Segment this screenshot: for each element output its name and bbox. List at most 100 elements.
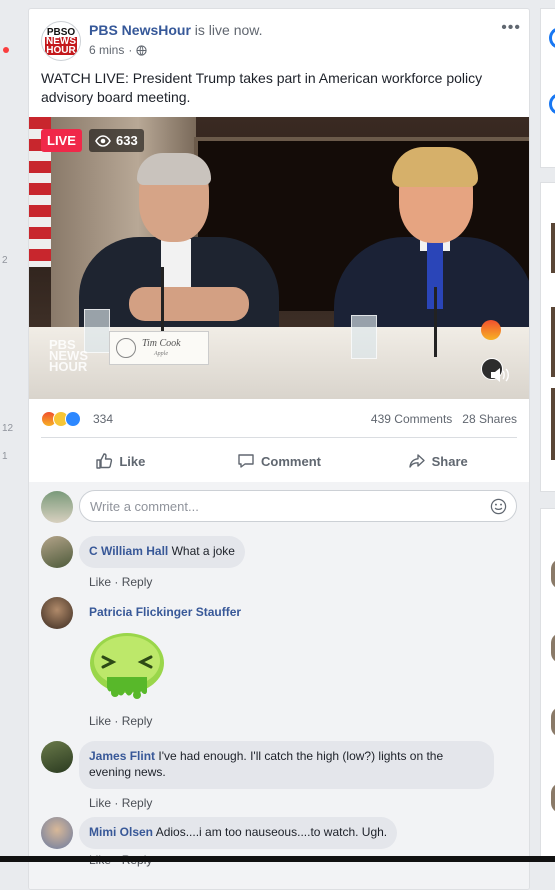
live-badge: LIVE xyxy=(41,129,82,152)
comment-actions: Like · Reply xyxy=(89,796,152,810)
like-reaction-icon xyxy=(65,411,81,427)
watermark-line: HOUR xyxy=(49,359,88,374)
page-avatar[interactable]: PBSO NEWS HOUR xyxy=(41,21,81,61)
comment-reply-link[interactable]: Reply xyxy=(122,796,153,810)
placard-company: Apple xyxy=(154,351,168,357)
post-text: WATCH LIVE: President Trump takes part i… xyxy=(41,70,483,105)
timestamp-link[interactable]: 6 mins xyxy=(89,43,124,57)
gutter-number: 2 xyxy=(2,255,8,266)
right-rail-icon[interactable] xyxy=(549,93,555,115)
commenter-avatar[interactable] xyxy=(41,597,73,629)
shares-count-link[interactable]: 28 Shares xyxy=(462,412,517,426)
video-microphone xyxy=(434,287,437,357)
comments-count-link[interactable]: 439 Comments xyxy=(371,412,452,426)
left-gutter: 2 12 1 xyxy=(0,0,28,862)
right-rail-avatar[interactable] xyxy=(551,707,555,737)
like-button[interactable]: Like xyxy=(41,445,200,477)
right-rail-avatar[interactable] xyxy=(551,633,555,663)
right-rail-card xyxy=(540,508,555,862)
divider xyxy=(41,437,517,438)
placard-name: Tim Cook xyxy=(142,338,181,349)
right-rail-thumbnail[interactable] xyxy=(551,388,555,460)
comment-action-separator: · xyxy=(111,575,122,589)
right-rail-icon[interactable] xyxy=(549,27,555,49)
bottom-edge xyxy=(0,856,555,862)
like-label: Like xyxy=(119,453,146,469)
engagement-counts: 334 439 Comments 28 Shares xyxy=(41,411,517,429)
commenter-avatar[interactable] xyxy=(41,817,73,849)
share-icon xyxy=(408,454,425,468)
pbs-watermark: PBS NEWS HOUR xyxy=(49,338,88,374)
right-rail-avatar[interactable] xyxy=(551,559,555,589)
gutter-number: 12 xyxy=(2,423,14,434)
comment-like-link[interactable]: Like xyxy=(89,575,111,589)
right-rail-card xyxy=(540,8,555,168)
commenter-avatar[interactable] xyxy=(41,741,73,773)
eye-icon xyxy=(95,134,111,147)
live-video-player[interactable]: Tim Cook Apple PBS NEWS HOUR LIVE 633 xyxy=(29,117,529,399)
post-card: PBSO NEWS HOUR PBS NewsHour is live now.… xyxy=(28,8,530,890)
comment-icon xyxy=(238,454,254,468)
floating-angry-reaction-icon xyxy=(481,320,501,340)
comments-section: C William Hall What a joke Like · Reply … xyxy=(29,482,529,889)
comment-action-separator: · xyxy=(111,796,122,810)
comment-actions: Like · Reply xyxy=(89,714,152,728)
speaker-icon[interactable] xyxy=(489,365,511,385)
right-rail-card xyxy=(540,182,555,492)
comment-label: Comment xyxy=(261,453,321,469)
comment-composer xyxy=(41,490,517,524)
post-actions: Like Comment Share xyxy=(41,445,517,477)
post-header: PBSO NEWS HOUR PBS NewsHour is live now.… xyxy=(41,19,520,61)
current-user-avatar[interactable] xyxy=(41,491,73,523)
comment-author-link[interactable]: James Flint xyxy=(89,749,155,763)
comment-like-link[interactable]: Like xyxy=(89,714,111,728)
emoji-icon[interactable] xyxy=(490,498,507,515)
commenter-avatar[interactable] xyxy=(41,536,73,568)
post-meta: 6 mins · xyxy=(89,43,147,57)
avatar-line: HOUR xyxy=(45,44,77,56)
comment-author-link[interactable]: Patricia Flickinger Stauffer xyxy=(89,605,241,619)
thumbs-up-icon xyxy=(96,453,113,469)
right-rail-thumbnail[interactable] xyxy=(551,307,555,377)
reaction-icons[interactable] xyxy=(41,411,81,427)
reaction-count[interactable]: 334 xyxy=(93,412,113,426)
comment-text: What a joke xyxy=(171,544,235,558)
viewer-count-badge: 633 xyxy=(89,129,144,152)
page-name-link[interactable]: PBS NewsHour xyxy=(89,22,191,38)
comment-item: C William Hall What a joke Like · Reply xyxy=(41,536,517,589)
comment-bubble: James Flint I've had enough. I'll catch … xyxy=(79,741,494,789)
comment-bubble: C William Hall What a joke xyxy=(79,536,245,568)
comment-item: James Flint I've had enough. I'll catch … xyxy=(41,741,517,810)
right-rail xyxy=(540,0,555,862)
comment-actions: Like · Reply xyxy=(89,575,152,589)
comment-author-link[interactable]: C William Hall xyxy=(89,544,168,558)
video-microphone xyxy=(161,267,164,337)
nauseous-face-sticker-icon xyxy=(90,633,164,699)
comment-reply-link[interactable]: Reply xyxy=(122,714,153,728)
comment-author-link[interactable]: Mimi Olsen xyxy=(89,825,153,839)
share-label: Share xyxy=(431,453,468,469)
comment-item: Patricia Flickinger Stauffer Like · Repl… xyxy=(41,597,517,728)
comment-share-counts: 439 Comments 28 Shares xyxy=(371,412,517,426)
name-placard: Tim Cook Apple xyxy=(109,331,209,365)
viewer-count: 633 xyxy=(116,133,138,148)
post-title-line: PBS NewsHour is live now. xyxy=(89,22,263,38)
right-rail-thumbnail[interactable] xyxy=(551,223,555,273)
notification-dot xyxy=(3,47,9,53)
right-rail-avatar[interactable] xyxy=(551,783,555,813)
comment-like-link[interactable]: Like xyxy=(89,796,111,810)
comment-input[interactable] xyxy=(79,490,517,522)
comment-bubble: Patricia Flickinger Stauffer xyxy=(79,597,251,625)
meta-separator: · xyxy=(128,43,133,57)
comment-action-separator: · xyxy=(111,714,122,728)
comment-bubble: Mimi Olsen Adios....i am too nauseous...… xyxy=(79,817,398,849)
share-button[interactable]: Share xyxy=(358,445,517,477)
comment-text: Adios....i am too nauseous....to watch. … xyxy=(155,825,388,839)
video-glass xyxy=(351,315,377,359)
more-horizontal-icon[interactable]: ••• xyxy=(501,19,521,37)
comment-reply-link[interactable]: Reply xyxy=(122,575,153,589)
gutter-number: 1 xyxy=(2,451,8,462)
live-status-text: is live now. xyxy=(190,22,263,38)
globe-icon xyxy=(136,44,147,56)
comment-button[interactable]: Comment xyxy=(200,445,359,477)
